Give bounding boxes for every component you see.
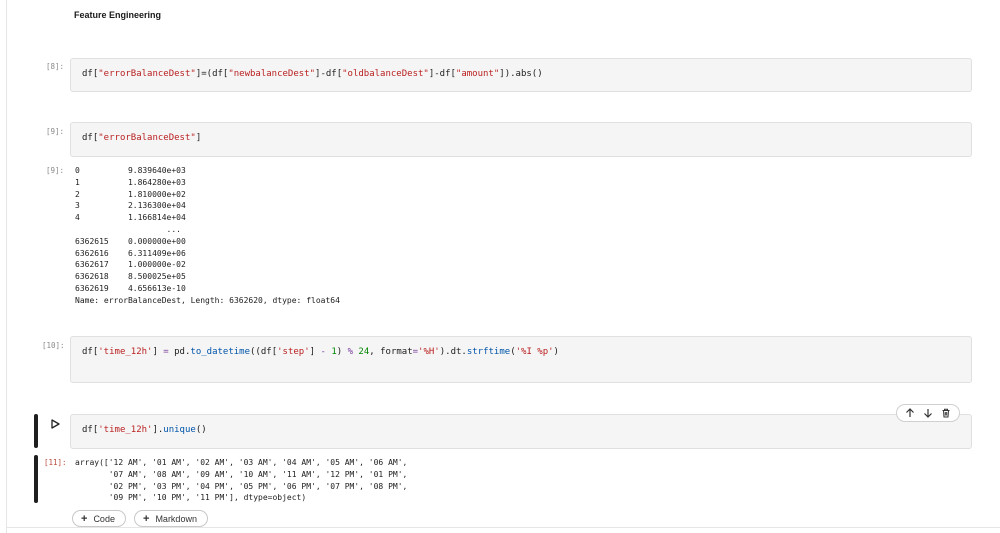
arrow-down-icon[interactable] bbox=[923, 408, 933, 418]
code-cell-9[interactable]: df["errorBalanceDest"] bbox=[70, 122, 972, 157]
notebook-left-border bbox=[6, 0, 7, 533]
code-line: df["errorBalanceDest"]=(df["newbalanceDe… bbox=[82, 69, 543, 79]
cell-9-output: 0 9.839640e+03 1 1.864280e+03 2 1.810000… bbox=[75, 166, 340, 305]
markdown-heading: Feature Engineering bbox=[74, 10, 162, 20]
trash-icon[interactable] bbox=[941, 408, 951, 418]
add-markdown-cell-button[interactable]: + Markdown bbox=[134, 510, 208, 527]
active-cell-indicator bbox=[34, 414, 38, 448]
notebook-bottom-border bbox=[6, 527, 1000, 528]
cell-9-prompt: [9]: bbox=[46, 127, 65, 136]
code-line: df['time_12h'] = pd.to_datetime((df['ste… bbox=[82, 347, 559, 357]
plus-icon: + bbox=[143, 512, 150, 525]
play-icon[interactable] bbox=[50, 419, 60, 429]
cell-11-output-prompt: [11]: bbox=[44, 458, 67, 467]
arrow-up-icon[interactable] bbox=[905, 408, 915, 418]
cell-10-prompt: [10]: bbox=[42, 341, 65, 350]
plus-icon: + bbox=[81, 512, 88, 525]
code-cell-11[interactable]: df['time_12h'].unique() bbox=[70, 414, 972, 449]
cell-11-output: array(['12 AM', '01 AM', '02 AM', '03 AM… bbox=[75, 458, 408, 503]
code-line: df['time_12h'].unique() bbox=[82, 425, 207, 435]
cell-toolbar bbox=[896, 404, 960, 422]
cell-8-prompt: [8]: bbox=[46, 62, 65, 71]
code-cell-8[interactable]: df["errorBalanceDest"]=(df["newbalanceDe… bbox=[70, 58, 972, 92]
code-line: df["errorBalanceDest"] bbox=[82, 133, 202, 143]
cell-9-output-prompt: [9]: bbox=[46, 166, 65, 175]
add-code-cell-button[interactable]: + Code bbox=[72, 510, 126, 527]
active-output-indicator bbox=[34, 455, 38, 503]
code-cell-10[interactable]: df['time_12h'] = pd.to_datetime((df['ste… bbox=[70, 336, 972, 383]
